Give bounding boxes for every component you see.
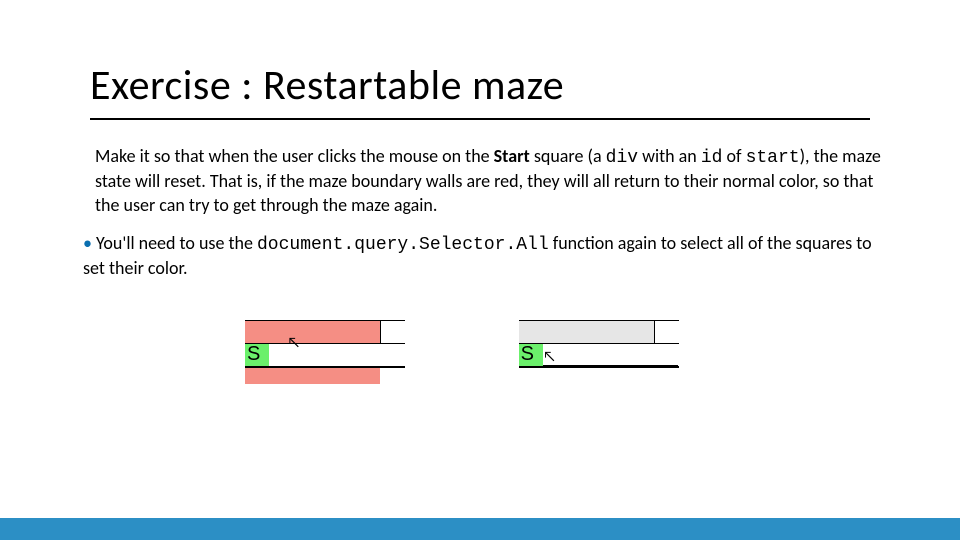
bullet-dot-icon: • xyxy=(83,234,92,252)
p1-code-start: start xyxy=(746,148,800,168)
maze-cell xyxy=(245,368,269,384)
b1-t1: You'll need to use the xyxy=(96,232,257,254)
slide: Exercise : Restartable maze Make it so t… xyxy=(0,0,960,540)
maze-cell xyxy=(269,321,380,343)
maze-cell xyxy=(519,321,543,343)
paragraph-1: Make it so that when the user clicks the… xyxy=(95,145,885,217)
maze-cell xyxy=(543,321,654,343)
p1-start: Start xyxy=(494,145,530,167)
maze-row: S xyxy=(245,344,405,368)
footer-bar xyxy=(0,518,960,540)
maze-cell xyxy=(655,321,679,343)
maze-cell xyxy=(269,344,404,366)
p1-code-id: id xyxy=(701,148,723,168)
maze-illustrations: S ↖ S ↖ xyxy=(245,320,679,384)
maze-row xyxy=(245,320,405,344)
p1-t1: Make it so that when the user clicks the… xyxy=(95,145,494,167)
p1-t2: square (a xyxy=(530,145,606,167)
maze-before: S ↖ xyxy=(245,320,405,384)
p1-t3: with an xyxy=(638,145,701,167)
maze-row: S xyxy=(519,344,679,368)
maze-cell xyxy=(543,344,678,366)
p1-t4: of xyxy=(722,145,745,167)
maze-after: S ↖ xyxy=(519,320,679,368)
title-underline xyxy=(90,118,870,120)
p1-code-div: div xyxy=(606,148,638,168)
maze-cell xyxy=(269,368,380,384)
maze-cell xyxy=(380,368,404,384)
start-square[interactable]: S xyxy=(245,344,269,366)
maze-row xyxy=(519,320,679,344)
start-square[interactable]: S xyxy=(519,344,543,366)
bullet-1: •You'll need to use the document.query.S… xyxy=(83,232,883,279)
maze-cell xyxy=(245,321,269,343)
b1-code: document.query.Selector.All xyxy=(257,235,549,255)
maze-cell xyxy=(381,321,405,343)
maze-row xyxy=(245,368,405,384)
page-title: Exercise : Restartable maze xyxy=(90,60,564,111)
